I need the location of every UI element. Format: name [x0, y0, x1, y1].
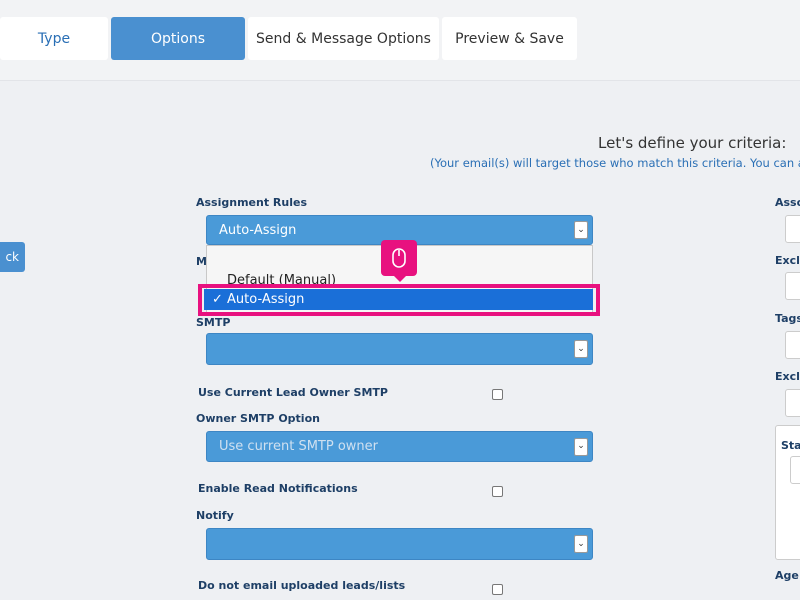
tab-preview-save[interactable]: Preview & Save [442, 17, 577, 60]
right-label-age: Age [775, 569, 799, 582]
tab-type[interactable]: Type [0, 17, 108, 60]
notify-select[interactable]: ⌄ [206, 528, 593, 560]
right-input-4[interactable] [785, 389, 800, 417]
owner-smtp-option-select[interactable]: Use current SMTP owner ⌄ [206, 431, 593, 462]
tab-options[interactable]: Options [111, 17, 245, 60]
right-label-stat: Stat [781, 439, 800, 452]
right-input-1[interactable] [785, 215, 800, 243]
do-not-email-uploaded-label: Do not email uploaded leads/lists [198, 579, 406, 592]
wizard-tab-bar: Type Options Send & Message Options Prev… [0, 0, 800, 81]
right-label-tags: Tags [775, 312, 800, 325]
use-current-lead-owner-smtp-checkbox[interactable] [492, 389, 503, 400]
chevron-down-icon: ⌄ [574, 221, 588, 239]
enable-read-notifications-checkbox[interactable] [492, 486, 503, 497]
right-input-2[interactable] [785, 272, 800, 300]
use-current-lead-owner-smtp-label: Use Current Lead Owner SMTP [198, 386, 388, 399]
assignment-rules-value: Auto-Assign [219, 222, 297, 238]
do-not-email-uploaded-checkbox[interactable] [492, 584, 503, 595]
chevron-down-icon: ⌄ [574, 535, 588, 553]
enable-read-notifications-label: Enable Read Notifications [198, 482, 358, 495]
chevron-down-icon: ⌄ [574, 437, 588, 456]
assignment-rules-label: Assignment Rules [196, 196, 308, 209]
right-label-exclu-1: Exclu [775, 254, 800, 267]
tab-send-message-options[interactable]: Send & Message Options [248, 17, 439, 60]
owner-smtp-option-value: Use current SMTP owner [219, 439, 378, 454]
notify-label: Notify [196, 509, 234, 522]
criteria-heading: Let's define your criteria: [598, 134, 787, 152]
right-label-exclu-2: Exclu [775, 370, 800, 383]
smtp-select[interactable]: ⌄ [206, 333, 593, 365]
option-auto-assign[interactable]: ✓ Auto-Assign [204, 289, 593, 310]
owner-smtp-option-label: Owner SMTP Option [196, 412, 320, 425]
chevron-down-icon: ⌄ [574, 340, 588, 358]
right-status-input[interactable] [790, 456, 800, 484]
right-label-asso: Asso [775, 196, 800, 209]
criteria-subheading: (Your email(s) will target those who mat… [430, 156, 800, 170]
smtp-label: SMTP [196, 316, 231, 329]
mouse-icon [381, 240, 417, 282]
right-input-3[interactable] [785, 331, 800, 359]
back-button[interactable]: ck [0, 242, 25, 272]
